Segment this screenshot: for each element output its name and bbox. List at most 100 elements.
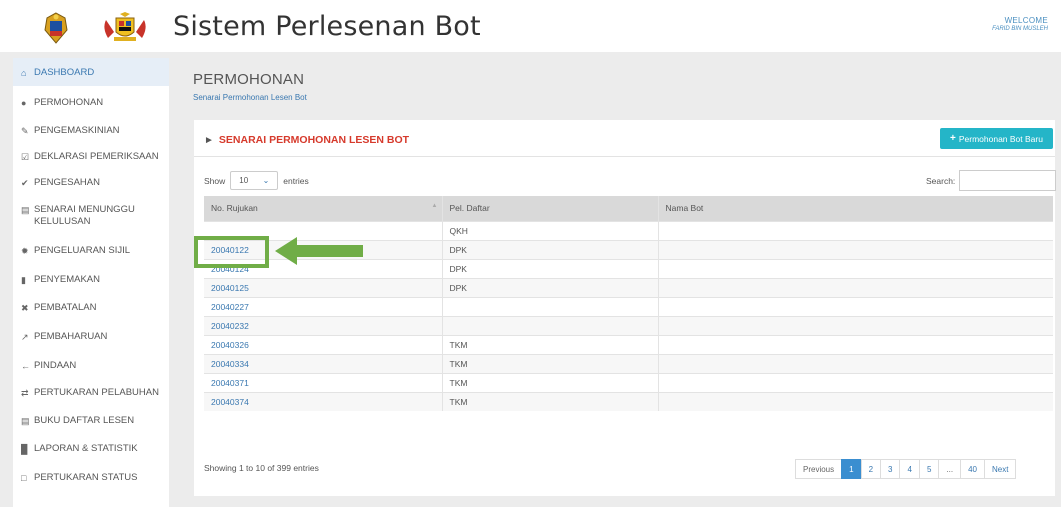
sidebar-item-label: BUKU DAFTAR LESEN <box>34 415 135 426</box>
rujukan-link[interactable]: 20040334 <box>204 353 443 373</box>
sidebar-item-dashboard[interactable]: ⌂ DASHBOARD <box>13 58 169 86</box>
pagination-previous[interactable]: Previous <box>795 459 843 479</box>
user-icon: ● <box>21 98 27 108</box>
entries-select[interactable]: 10 ⌄ <box>230 171 279 190</box>
sidebar-item-pertukaran-status[interactable]: □ PERTUKARAN STATUS <box>13 460 169 488</box>
sidebar-item-label: DASHBOARD <box>34 67 95 78</box>
sidebar-item-label: PENGESAHAN <box>34 177 100 188</box>
sidebar-item-label: PINDAAN <box>34 360 77 371</box>
sidebar-item-buku-daftar[interactable]: ▤ BUKU DAFTAR LESEN <box>13 404 169 432</box>
rujukan-link[interactable]: 20040232 <box>204 315 443 335</box>
page-subtitle: Senarai Permohonan Lesen Bot <box>193 93 307 102</box>
new-application-button[interactable]: + Permohonan Bot Baru <box>940 128 1053 149</box>
column-header-label: No. Rujukan <box>211 203 258 214</box>
bookmark-icon: ▮ <box>21 275 26 285</box>
main-content: PERMOHONAN Senarai Permohonan Lesen Bot … <box>180 58 1061 507</box>
sidebar-item-permohonan[interactable]: ● PERMOHONAN <box>13 90 169 116</box>
nama-bot-cell <box>658 315 1053 335</box>
sidebar-item-label: PERMOHONAN <box>34 97 104 108</box>
nama-bot-cell <box>658 220 1053 240</box>
table-row: 20040326 TKM <box>204 334 1053 354</box>
column-header-rujukan[interactable]: No. Rujukan ▲ <box>204 196 443 221</box>
column-header-label: Nama Bot <box>665 203 704 214</box>
pagination-page-4[interactable]: 4 <box>899 459 920 479</box>
table-row: 20040125 DPK <box>204 277 1053 297</box>
sidebar-item-label: DEKLARASI PEMERIKSAAN <box>34 151 159 162</box>
header: Sistem Perlesenan Bot WELCOME FARID BIN … <box>0 0 1061 52</box>
search-label: Search: <box>926 175 956 186</box>
sidebar-item-label: PENGELUARAN SIJIL <box>34 245 131 256</box>
user-name[interactable]: FARID BIN MUSLEH <box>992 26 1048 32</box>
book-icon: ▤ <box>21 416 30 426</box>
exchange-icon: ⇄ <box>21 388 29 398</box>
sidebar-item-label: LAPORAN & STATISTIK <box>34 443 138 454</box>
sidebar-item-penyemakan[interactable]: ▮ PENYEMAKAN <box>13 264 169 292</box>
entries-control: Show 10 ⌄ entries <box>204 171 309 190</box>
table-row: 20040227 <box>204 296 1053 316</box>
pagination-page-40[interactable]: 40 <box>960 459 985 479</box>
show-label: Show <box>204 175 226 186</box>
sidebar-item-label: PERTUKARAN PELABUHAN <box>34 387 159 398</box>
sort-asc-icon: ▲ <box>431 203 438 209</box>
table-row: 20040371 TKM <box>204 372 1053 392</box>
sidebar-item-pembatalan[interactable]: ✖ PEMBATALAN <box>13 292 169 320</box>
sidebar-item-pembaharuan[interactable]: ↗ PEMBAHARUAN <box>13 320 169 348</box>
pel-daftar-cell: TKM <box>442 372 659 392</box>
nama-bot-cell <box>658 353 1053 373</box>
pel-daftar-cell: DPK <box>442 258 659 278</box>
sidebar-item-pengesahan[interactable]: ✔ PENGESAHAN <box>13 168 169 194</box>
applications-table: No. Rujukan ▲ Pel. Daftar Nama Bot QKH 2… <box>204 196 1053 411</box>
pel-daftar-cell <box>442 315 659 335</box>
pencil-icon: ✎ <box>21 126 29 136</box>
pel-daftar-cell: TKM <box>442 334 659 354</box>
rujukan-link[interactable]: 20040227 <box>204 296 443 316</box>
content-wrapper: ⌂ DASHBOARD ● PERMOHONAN ✎ PENGEMASKINIA… <box>0 52 1061 507</box>
pel-daftar-cell: TKM <box>442 391 659 411</box>
pagination-page-5[interactable]: 5 <box>918 459 940 479</box>
pagination: Previous 1 2 3 4 5 ... 40 Next <box>795 459 1017 479</box>
rujukan-link[interactable]: 20040371 <box>204 372 443 392</box>
tag-icon: ► <box>204 134 214 146</box>
sidebar-item-pengemaskinian[interactable]: ✎ PENGEMASKINIAN <box>13 116 169 142</box>
search-input[interactable] <box>959 170 1057 191</box>
sidebar-item-label: SENARAI MENUNGGU KELULUSAN <box>34 204 135 227</box>
rujukan-link[interactable]: 20040374 <box>204 391 443 411</box>
new-application-label: Permohonan Bot Baru <box>958 133 1043 144</box>
sidebar-item-label: PERTUKARAN STATUS <box>34 472 138 483</box>
table-row: 20040334 TKM <box>204 353 1053 373</box>
welcome-block: WELCOME FARID BIN MUSLEH <box>992 16 1048 32</box>
sidebar: ⌂ DASHBOARD ● PERMOHONAN ✎ PENGEMASKINIA… <box>13 58 169 507</box>
highlight-box <box>194 236 269 268</box>
rujukan-link[interactable]: 20040326 <box>204 334 443 354</box>
sidebar-item-deklarasi[interactable]: ☑ DEKLARASI PEMERIKSAAN <box>13 142 169 168</box>
sidebar-item-label: PENGEMASKINIAN <box>34 125 120 136</box>
table-row: 20040232 <box>204 315 1053 335</box>
column-header-pel-daftar[interactable]: Pel. Daftar <box>442 196 659 221</box>
pel-daftar-cell: QKH <box>442 220 659 240</box>
sidebar-item-pertukaran-pelabuhan[interactable]: ⇄ PERTUKARAN PELABUHAN <box>13 376 169 404</box>
search-control: Search: <box>926 170 1057 191</box>
sidebar-item-laporan[interactable]: █ LAPORAN & STATISTIK <box>13 432 169 460</box>
rujukan-link[interactable]: 20040125 <box>204 277 443 297</box>
sidebar-item-pengeluaran-sijil[interactable]: ✹ PENGELUARAN SIJIL <box>13 232 169 264</box>
sidebar-item-label: PEMBATALAN <box>34 302 97 313</box>
nama-bot-cell <box>658 277 1053 297</box>
checkbox-icon: ☑ <box>21 152 30 162</box>
pagination-page-1[interactable]: 1 <box>841 459 862 479</box>
certificate-icon: ✹ <box>21 246 29 256</box>
file-icon: □ <box>21 473 27 483</box>
pagination-next[interactable]: Next <box>983 459 1017 479</box>
sidebar-item-label: PEMBAHARUAN <box>34 331 108 342</box>
pagination-page-2[interactable]: 2 <box>860 459 882 479</box>
sidebar-item-label: PENYEMAKAN <box>34 274 100 285</box>
sidebar-item-pindaan[interactable]: ← PINDAAN <box>13 348 169 376</box>
nama-bot-cell <box>658 372 1053 392</box>
sidebar-item-senarai-menunggu[interactable]: ▤ SENARAI MENUNGGU KELULUSAN <box>13 194 169 232</box>
check-icon: ✔ <box>21 178 29 188</box>
pagination-page-3[interactable]: 3 <box>880 459 901 479</box>
panel-title-text: SENARAI PERMOHONAN LESEN BOT <box>218 134 410 146</box>
pel-daftar-cell: TKM <box>442 353 659 373</box>
home-icon: ⌂ <box>21 68 27 78</box>
column-header-label: Pel. Daftar <box>449 203 490 214</box>
column-header-nama-bot[interactable]: Nama Bot <box>658 196 1053 221</box>
